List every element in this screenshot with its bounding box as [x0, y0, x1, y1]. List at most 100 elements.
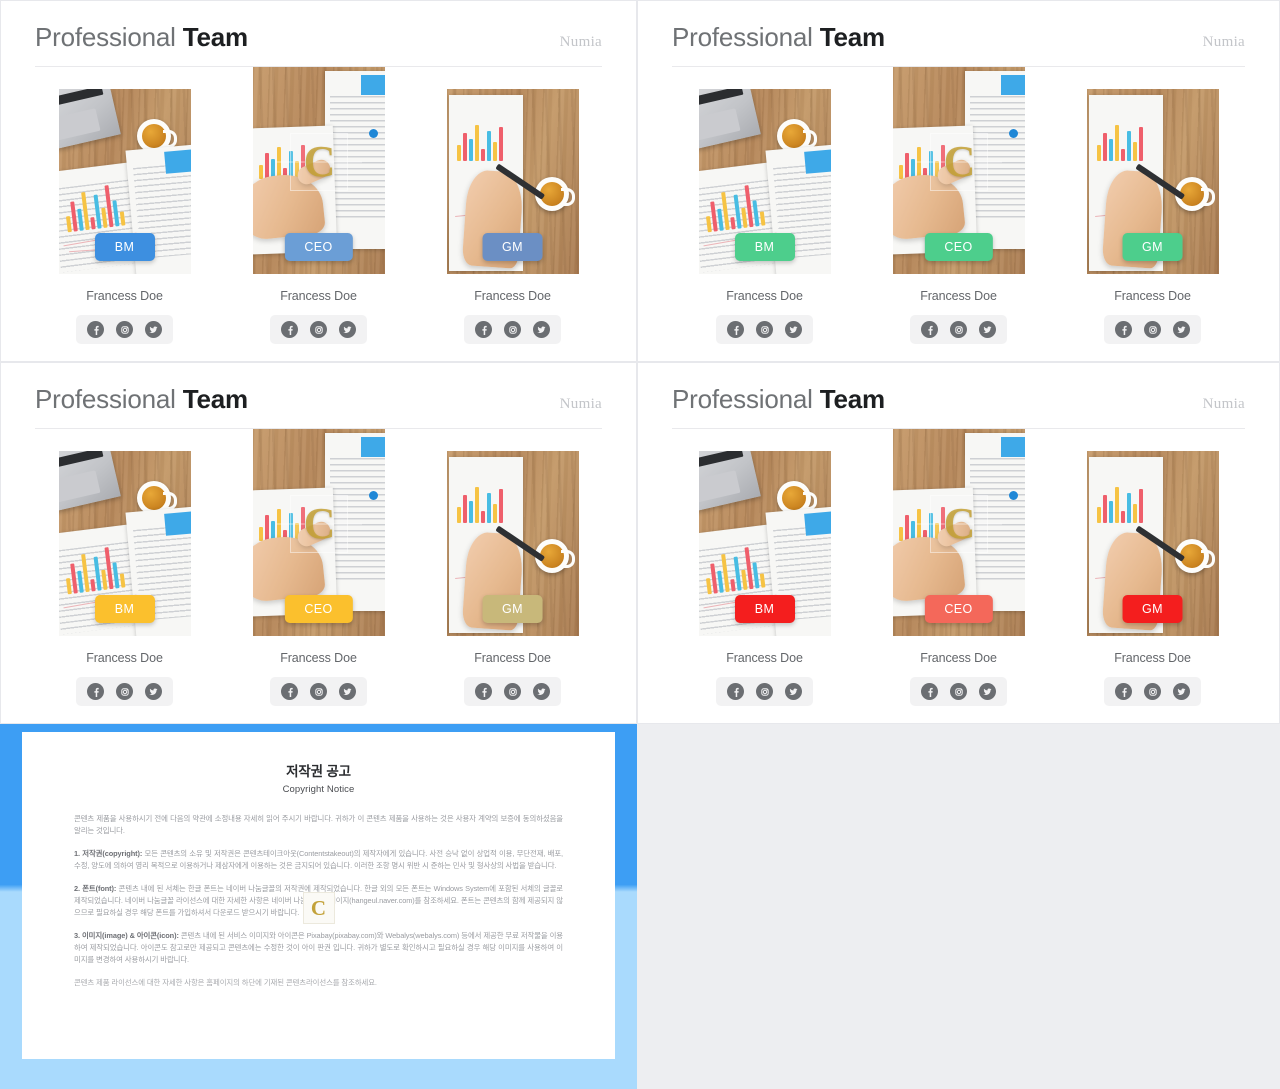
bar-chart-graphic [702, 544, 765, 595]
instagram-icon[interactable] [116, 321, 133, 338]
member-name: Francess Doe [280, 289, 357, 303]
role-badge[interactable]: CEO [924, 233, 993, 261]
twitter-icon[interactable] [339, 321, 356, 338]
role-badge[interactable]: BM [734, 233, 795, 261]
role-badge[interactable]: GM [1122, 233, 1183, 261]
instagram-icon[interactable] [310, 321, 327, 338]
facebook-icon[interactable] [921, 683, 938, 700]
twitter-icon[interactable] [339, 683, 356, 700]
team-member-card-featured[interactable]: C CEO Francess Doe [892, 67, 1025, 344]
member-list: BM Francess Doe C CEO Francess Doe GM Fr… [638, 67, 1279, 344]
facebook-icon[interactable] [921, 321, 938, 338]
team-panel-red: Professional Team Numia BM Francess Doe … [637, 362, 1280, 724]
team-member-card[interactable]: BM Francess Doe [698, 89, 831, 344]
instagram-icon[interactable] [1144, 683, 1161, 700]
instagram-icon[interactable] [756, 321, 773, 338]
role-badge[interactable]: CEO [284, 595, 353, 623]
member-photo-pen: GM [446, 451, 579, 636]
panel-header: Professional Team Numia [672, 1, 1245, 67]
twitter-icon[interactable] [145, 683, 162, 700]
bar-chart-graphic [1096, 485, 1143, 523]
instagram-icon[interactable] [1144, 321, 1161, 338]
team-member-card[interactable]: GM Francess Doe [446, 89, 579, 344]
facebook-icon[interactable] [1115, 321, 1132, 338]
twitter-icon[interactable] [785, 683, 802, 700]
instagram-icon[interactable] [504, 321, 521, 338]
social-links [910, 315, 1007, 344]
role-badge[interactable]: CEO [284, 233, 353, 261]
watermark-c-logo: C [943, 137, 976, 187]
instagram-icon[interactable] [310, 683, 327, 700]
team-member-card[interactable]: BM Francess Doe [58, 89, 191, 344]
team-member-card-featured[interactable]: C CEO Francess Doe [892, 429, 1025, 706]
twitter-icon[interactable] [1173, 321, 1190, 338]
bar-chart-graphic [456, 485, 503, 523]
facebook-icon[interactable] [87, 683, 104, 700]
copyright-footer: 콘텐츠 제품 라이선스에 대한 자세한 사항은 홈페이지의 하단에 기재된 콘텐… [74, 977, 377, 987]
role-badge[interactable]: BM [734, 595, 795, 623]
brand-label: Numia [1202, 396, 1245, 412]
facebook-icon[interactable] [1115, 683, 1132, 700]
role-badge[interactable]: GM [1122, 595, 1183, 623]
social-links [716, 315, 813, 344]
twitter-icon[interactable] [785, 321, 802, 338]
instagram-icon[interactable] [950, 683, 967, 700]
twitter-icon[interactable] [533, 683, 550, 700]
role-badge[interactable]: CEO [924, 595, 993, 623]
role-badge[interactable]: GM [482, 233, 543, 261]
twitter-icon[interactable] [1173, 683, 1190, 700]
facebook-icon[interactable] [281, 321, 298, 338]
instagram-icon[interactable] [504, 683, 521, 700]
instagram-icon[interactable] [116, 683, 133, 700]
member-name: Francess Doe [726, 289, 803, 303]
instagram-icon[interactable] [756, 683, 773, 700]
copyright-subtitle: Copyright Notice [282, 784, 355, 795]
role-badge[interactable]: BM [94, 233, 155, 261]
instagram-icon[interactable] [950, 321, 967, 338]
member-name: Francess Doe [86, 651, 163, 665]
team-member-card[interactable]: GM Francess Doe [1086, 89, 1219, 344]
panel-header: Professional Team Numia [35, 1, 602, 67]
twitter-icon[interactable] [979, 683, 996, 700]
member-photo-pen: GM [446, 89, 579, 274]
page-title: Professional Team [35, 384, 248, 415]
twitter-icon[interactable] [145, 321, 162, 338]
facebook-icon[interactable] [727, 321, 744, 338]
facebook-icon[interactable] [281, 683, 298, 700]
team-member-card-featured[interactable]: C CEO Francess Doe [252, 429, 385, 706]
team-member-card[interactable]: BM Francess Doe [58, 451, 191, 706]
member-name: Francess Doe [474, 651, 551, 665]
member-list: BM Francess Doe C CEO Francess Doe GM Fr… [638, 429, 1279, 706]
facebook-icon[interactable] [475, 321, 492, 338]
panel-header: Professional Team Numia [672, 363, 1245, 429]
team-member-card[interactable]: GM Francess Doe [446, 451, 579, 706]
facebook-icon[interactable] [87, 321, 104, 338]
bar-chart-graphic [456, 123, 503, 161]
social-links [270, 315, 367, 344]
team-member-card[interactable]: GM Francess Doe [1086, 451, 1219, 706]
social-links [716, 677, 813, 706]
team-panel-green: Professional Team Numia BM Francess Doe … [637, 0, 1280, 362]
facebook-icon[interactable] [475, 683, 492, 700]
facebook-icon[interactable] [727, 683, 744, 700]
watermark-c-logo: C [303, 499, 336, 549]
member-list: BM Francess Doe C CEO Francess Doe GM Fr… [1, 429, 636, 706]
twitter-icon[interactable] [533, 321, 550, 338]
clause-1-label: 1. 저작권(copyright): [74, 848, 143, 858]
copyright-title: 저작권 공고 [286, 764, 351, 779]
team-member-card-featured[interactable]: C CEO Francess Doe [252, 67, 385, 344]
title-light: Professional [672, 22, 813, 52]
clause-3-label: 3. 이미지(image) & 아이콘(icon): [74, 930, 179, 940]
member-name: Francess Doe [726, 651, 803, 665]
clause-1-text: 모든 콘텐츠의 소유 및 저작권은 콘텐츠테이크아웃(Contentstakeo… [74, 848, 563, 870]
member-photo-pen: GM [1086, 451, 1219, 636]
twitter-icon[interactable] [979, 321, 996, 338]
team-member-card[interactable]: BM Francess Doe [698, 451, 831, 706]
member-photo-finger: C CEO [252, 429, 385, 636]
role-badge[interactable]: GM [482, 595, 543, 623]
social-links [76, 315, 173, 344]
page-title: Professional Team [35, 22, 248, 53]
member-list: BM Francess Doe C CEO Francess Doe GM Fr… [1, 67, 636, 344]
role-badge[interactable]: BM [94, 595, 155, 623]
team-panel-yellow: Professional Team Numia BM Francess Doe … [0, 362, 637, 724]
